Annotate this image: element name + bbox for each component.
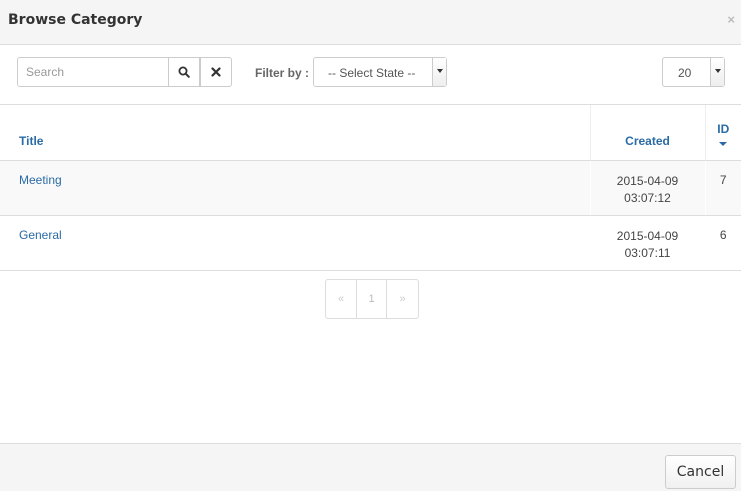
row-created-cell: 2015-04-09 03:07:12 [589,160,705,216]
state-select[interactable]: -- Select State -- [313,57,447,87]
table-row: Meeting 2015-04-09 03:07:12 7 [0,160,741,216]
column-header-created[interactable]: Created [589,105,705,161]
pagination: « 1 » [325,279,419,319]
pagination-prev[interactable]: « [326,280,357,318]
created-time: 03:07:12 [624,190,671,205]
modal-title: Browse Category [8,12,143,28]
table-header-row: Title Created ID [0,105,741,161]
column-header-title[interactable]: Title [0,105,590,161]
list-limit-value: 20 [678,66,692,80]
clear-search-button[interactable] [200,57,232,87]
search-icon [178,66,190,78]
filter-label: Filter by : [255,66,310,80]
cancel-button[interactable]: Cancel [665,455,736,489]
sort-descending-icon [719,141,728,146]
chevron-down-icon [710,58,724,86]
search-button[interactable] [168,57,200,87]
close-icon[interactable]: × [727,12,735,27]
row-id-cell: 6 [704,215,741,271]
category-table: Title Created ID Meeting 2015-04-09 03:0… [0,105,741,271]
row-created-cell: 2015-04-09 03:07:11 [589,215,705,271]
column-header-id-label: ID [717,121,730,136]
list-limit-select[interactable]: 20 [662,57,725,87]
category-link[interactable]: General [19,228,62,242]
search-input[interactable] [17,57,169,87]
created-date: 2015-04-09 [616,173,679,188]
created-date: 2015-04-09 [616,228,679,243]
pagination-next[interactable]: » [387,280,418,318]
column-header-id[interactable]: ID [704,105,741,161]
pagination-page[interactable]: 1 [357,280,387,318]
close-icon [211,67,221,77]
row-id-cell: 7 [704,160,741,216]
modal-footer: Cancel [0,443,741,491]
row-title-cell: Meeting [0,160,590,216]
row-title-cell: General [0,215,590,271]
created-time: 03:07:11 [624,245,671,260]
filter-toolbar: Filter by : -- Select State -- 20 [0,45,741,105]
state-select-value: -- Select State -- [328,66,416,80]
modal-header: Browse Category × [0,0,741,45]
category-link[interactable]: Meeting [19,173,62,187]
chevron-down-icon [432,58,446,86]
table-row: General 2015-04-09 03:07:11 6 [0,215,741,271]
